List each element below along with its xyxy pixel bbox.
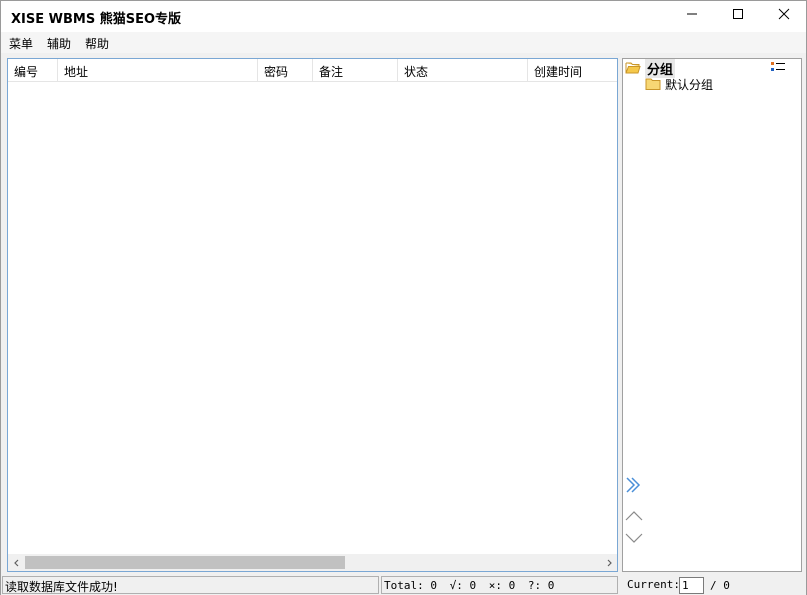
unknown-count: ?: 0 <box>527 579 555 592</box>
tree-item-default-group[interactable]: 默认分组 <box>645 76 713 92</box>
horizontal-scrollbar[interactable] <box>8 554 617 571</box>
total-count: Total: 0 <box>384 579 437 592</box>
chevron-up-icon <box>625 511 643 521</box>
column-header-password[interactable]: 密码 <box>258 59 313 82</box>
list-menu-icon <box>771 62 785 71</box>
folder-icon <box>645 78 661 90</box>
status-message: 读取数据库文件成功! <box>2 576 379 594</box>
tree-root-groups[interactable]: 分组 <box>625 58 676 78</box>
chevron-right-icon <box>607 559 612 566</box>
list-header: 编号 地址 密码 备注 状态 创建时间 <box>8 59 617 82</box>
menu-item-menu[interactable]: 菜单 <box>9 35 33 52</box>
move-up-button[interactable] <box>624 509 644 526</box>
move-to-group-button[interactable] <box>624 475 644 498</box>
current-label: Current: <box>627 578 680 591</box>
menu-item-assist[interactable]: 辅助 <box>47 35 71 52</box>
chevron-left-icon <box>13 559 18 566</box>
status-bar: 读取数据库文件成功! Total: 0 √: 0 ×: 0 ?: 0 Curre… <box>1 575 806 595</box>
column-header-address[interactable]: 地址 <box>58 59 258 82</box>
column-header-id[interactable]: 编号 <box>8 59 58 82</box>
folder-open-icon <box>625 62 641 74</box>
close-button[interactable] <box>761 1 807 27</box>
minimize-button[interactable] <box>669 1 715 27</box>
double-chevron-right-icon <box>626 477 641 493</box>
record-list[interactable]: 编号 地址 密码 备注 状态 创建时间 <box>7 58 618 572</box>
column-header-status[interactable]: 状态 <box>398 59 528 82</box>
window-title: XISE WBMS 熊猫SEO专版 <box>11 12 181 27</box>
ok-count: √: 0 <box>449 579 477 592</box>
column-header-note[interactable]: 备注 <box>313 59 398 82</box>
tree-options-button[interactable] <box>770 61 786 76</box>
scroll-right-button[interactable] <box>600 554 617 571</box>
fail-count: ×: 0 <box>488 579 516 592</box>
close-icon <box>778 8 790 20</box>
current-page-input[interactable] <box>679 577 704 594</box>
page-total: / 0 <box>710 579 730 592</box>
column-header-created[interactable]: 创建时间 <box>528 59 617 82</box>
title-bar[interactable]: XISE WBMS 熊猫SEO专版 <box>1 1 806 32</box>
minimize-icon <box>687 13 697 15</box>
tree-item-label: 默认分组 <box>665 77 714 92</box>
scroll-thumb[interactable] <box>25 556 345 569</box>
chevron-down-icon <box>625 533 643 543</box>
maximize-button[interactable] <box>715 1 761 27</box>
move-down-button[interactable] <box>624 531 644 548</box>
menu-item-help[interactable]: 帮助 <box>85 35 109 52</box>
menu-bar: 菜单 辅助 帮助 <box>1 32 806 53</box>
maximize-icon <box>733 9 743 19</box>
group-tree[interactable]: 分组 默认分组 <box>622 58 802 572</box>
scroll-left-button[interactable] <box>8 554 25 571</box>
app-window: XISE WBMS 熊猫SEO专版 菜单 辅助 帮助 编号 地址 密码 备注 状… <box>0 0 807 595</box>
status-counts: Total: 0 √: 0 ×: 0 ?: 0 <box>381 576 618 594</box>
pagination: Current: / 0 <box>622 576 802 594</box>
